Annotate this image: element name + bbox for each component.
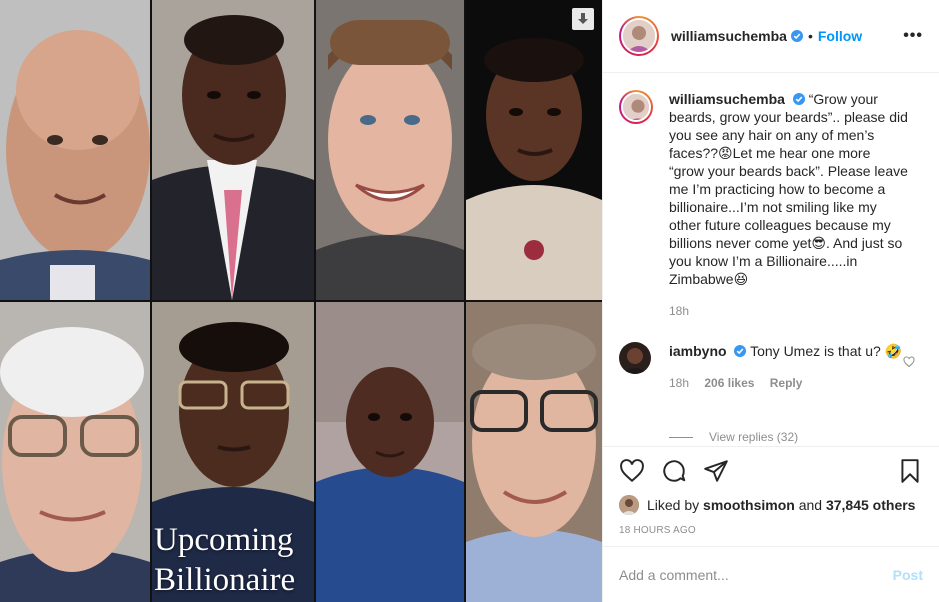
action-icons	[619, 457, 923, 485]
follow-button[interactable]: Follow	[818, 28, 862, 44]
caption-time[interactable]: 18h	[669, 304, 689, 318]
author-avatar[interactable]	[619, 16, 659, 56]
comment-heart-icon[interactable]	[903, 356, 915, 368]
overlay-line-1: Upcoming	[154, 522, 294, 558]
commenter-username[interactable]: iambyno	[669, 343, 727, 359]
comment-meta: 18h 206 likes Reply	[669, 374, 909, 392]
comment-input[interactable]	[619, 566, 893, 583]
heart-icon[interactable]	[619, 458, 645, 484]
portrait-tile-8	[466, 302, 602, 602]
post-image[interactable]: Upcoming Billionaire	[0, 0, 602, 602]
more-options-icon[interactable]: •••	[903, 27, 923, 45]
likes-and: and	[798, 497, 823, 513]
download-icon[interactable]	[572, 8, 594, 30]
caption-text: “Grow your beards, grow your beards”.. p…	[669, 91, 908, 287]
portrait-tile-5	[0, 302, 150, 602]
replies-line	[669, 436, 693, 438]
likes-others-count[interactable]: 37,845 others	[826, 497, 916, 513]
post-button[interactable]: Post	[893, 567, 923, 583]
view-replies-button[interactable]: View replies (32)	[669, 430, 798, 444]
caption-avatar[interactable]	[619, 90, 653, 124]
overlay-caption: Upcoming Billionaire	[154, 520, 324, 600]
portrait-tile-2	[152, 0, 314, 300]
save-icon[interactable]	[897, 458, 923, 484]
comment-time[interactable]: 18h	[669, 376, 689, 390]
comment-likes[interactable]: 206 likes	[704, 376, 754, 390]
portrait-tile-1	[0, 0, 150, 300]
comments-section[interactable]: williamsuchemba “Grow your beards, grow …	[603, 74, 939, 446]
portrait-tile-3	[316, 0, 464, 300]
liker-username[interactable]: smoothsimon	[703, 497, 795, 513]
comment-icon[interactable]	[661, 458, 687, 484]
caption-meta: 18h	[669, 302, 909, 320]
liker-avatar[interactable]	[619, 495, 639, 515]
comment-item: iambyno Tony Umez is that u? 🤣 18h 206 l…	[619, 342, 923, 392]
reply-button[interactable]: Reply	[770, 376, 803, 390]
commenter-avatar[interactable]	[619, 342, 651, 374]
add-comment-bar: Post	[603, 546, 939, 602]
caption: williamsuchemba “Grow your beards, grow …	[619, 90, 923, 320]
post-details-panel: williamsuchemba • Follow ••• williamsuch…	[602, 0, 939, 602]
likes-summary: Liked by smoothsimon and 37,845 others	[619, 495, 923, 515]
post-actions: Liked by smoothsimon and 37,845 others 1…	[603, 446, 939, 536]
post-timestamp[interactable]: 18 HOURS AGO	[619, 525, 923, 536]
post-header: williamsuchemba • Follow •••	[603, 0, 939, 73]
verified-icon	[734, 345, 747, 357]
liked-by-prefix: Liked by	[647, 497, 700, 513]
author-username[interactable]: williamsuchemba	[671, 28, 787, 44]
caption-username[interactable]: williamsuchemba	[669, 91, 785, 107]
verified-icon	[790, 30, 803, 42]
view-replies-label: View replies (32)	[709, 430, 799, 444]
overlay-line-2: Billionaire	[154, 562, 296, 598]
portrait-tile-7	[316, 302, 464, 602]
verified-icon	[792, 93, 805, 105]
separator-dot: •	[807, 28, 813, 44]
comment-text: Tony Umez is that u? 🤣	[750, 343, 903, 359]
share-icon[interactable]	[703, 458, 729, 484]
portrait-tile-4	[466, 0, 602, 300]
